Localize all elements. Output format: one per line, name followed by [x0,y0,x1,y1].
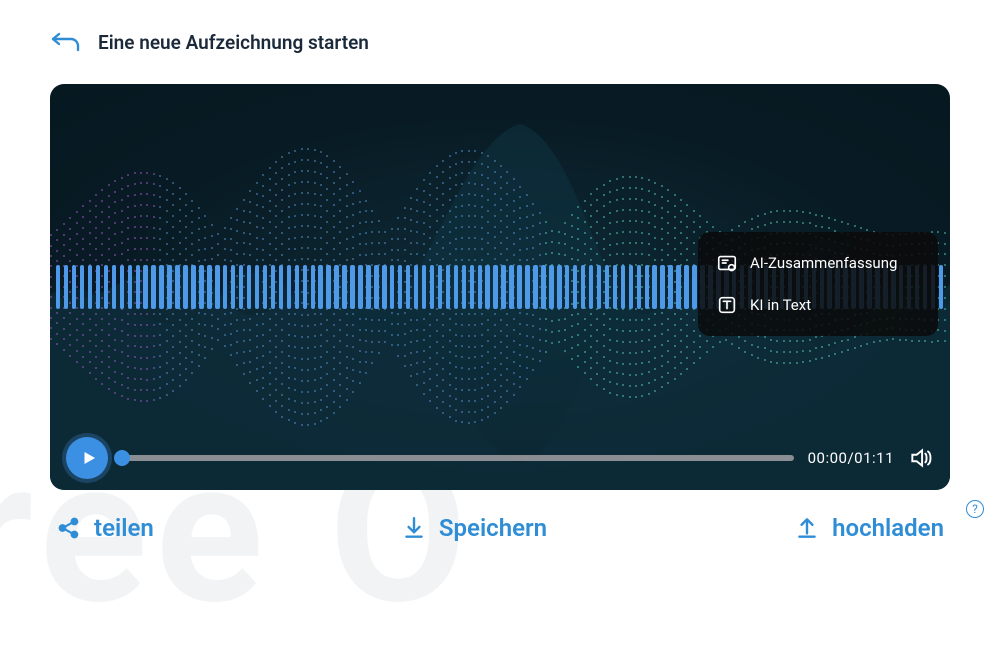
save-label: Speichern [439,514,547,542]
player-controls: 00:00/01:11 [50,426,950,490]
undo-arrow-icon [51,31,81,53]
volume-button[interactable] [908,445,934,471]
ki-text-option[interactable]: KI in Text [706,284,930,326]
help-button[interactable]: ? [966,500,984,518]
ki-text-label: KI in Text [750,296,811,314]
header: Eine neue Aufzeichnung starten [0,0,1000,66]
back-button[interactable] [50,26,82,58]
help-glyph: ? [972,502,978,516]
share-icon [56,515,82,541]
seek-track[interactable] [122,455,794,461]
seek-thumb[interactable] [114,450,130,466]
ai-summary-option[interactable]: AI-Zusammenfassung [706,242,930,284]
upload-icon [794,515,820,541]
ai-summary-label: AI-Zusammenfassung [750,254,897,272]
time-display: 00:00/01:11 [808,449,894,467]
share-label: teilen [94,514,154,542]
share-button[interactable]: teilen [56,514,154,542]
save-button[interactable]: Speichern [401,514,547,542]
volume-icon [908,445,934,471]
play-button[interactable] [66,437,108,479]
time-current: 00:00 [808,449,848,467]
download-icon [401,515,427,541]
ai-summary-icon [716,252,738,274]
upload-button[interactable]: hochladen [794,514,944,542]
upload-label: hochladen [832,514,944,542]
ai-menu: AI-Zusammenfassung KI in Text [698,232,938,336]
time-total: 01:11 [854,449,894,467]
play-icon [80,449,98,467]
audio-player: AI-Zusammenfassung KI in Text 00:00/01:1… [50,84,950,490]
page-title: Eine neue Aufzeichnung starten [98,31,369,54]
text-icon [716,294,738,316]
action-bar: teilen Speichern hochladen ? [0,490,1000,542]
